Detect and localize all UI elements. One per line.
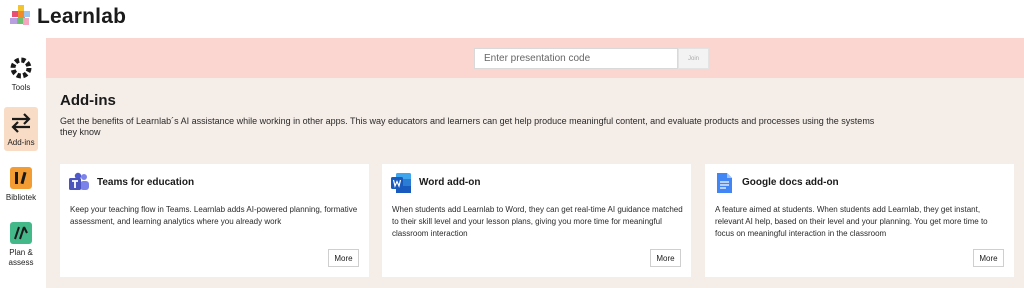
sidebar-item-add-ins[interactable]: Add-ins bbox=[4, 107, 38, 151]
tools-icon bbox=[9, 56, 33, 80]
main-content: Add-ins Get the benefits of Learnlab´s A… bbox=[46, 78, 1024, 288]
library-icon bbox=[9, 166, 33, 190]
sidebar-item-label: Bibliotek bbox=[5, 193, 37, 202]
page-description: Get the benefits of Learnlab´s AI assist… bbox=[60, 116, 875, 137]
app-name: Learnlab bbox=[37, 5, 127, 28]
more-button[interactable]: More bbox=[650, 249, 681, 267]
presentation-code-input[interactable] bbox=[474, 48, 678, 69]
card-title: Teams for education bbox=[97, 177, 195, 188]
card-description: When students add Learnlab to Word, they… bbox=[392, 205, 683, 238]
sidebar-item-tools[interactable]: Tools bbox=[4, 56, 38, 93]
swap-arrows-icon bbox=[9, 111, 33, 135]
card-description: Keep your teaching flow in Teams. Learnl… bbox=[70, 205, 358, 226]
word-icon bbox=[390, 172, 412, 194]
sidebar-item-label: Tools bbox=[11, 83, 31, 92]
sidebar-item-plan-assess[interactable]: Plan & assess bbox=[4, 221, 38, 268]
more-button[interactable]: More bbox=[328, 249, 359, 267]
card-description: A feature aimed at students. When studen… bbox=[715, 205, 988, 238]
top-bar: Learnlab bbox=[0, 0, 1024, 38]
sidebar: Tools Add-ins Bibliotek Plan & assess bbox=[0, 38, 46, 288]
page-title: Add-ins bbox=[60, 92, 116, 109]
sidebar-item-label: Add-ins bbox=[7, 138, 35, 147]
card-google-docs: Google docs add-on A feature aimed at st… bbox=[705, 164, 1014, 277]
sidebar-item-label: Plan & assess bbox=[8, 248, 34, 267]
card-word: Word add-on When students add Learnlab t… bbox=[382, 164, 691, 277]
plan-assess-icon bbox=[9, 221, 33, 245]
teams-icon bbox=[68, 172, 90, 194]
app-logo[interactable]: Learnlab bbox=[10, 5, 126, 29]
learnlab-logo-icon bbox=[10, 5, 32, 29]
sidebar-item-bibliotek[interactable]: Bibliotek bbox=[4, 166, 38, 203]
card-title: Google docs add-on bbox=[742, 177, 839, 188]
card-title: Word add-on bbox=[419, 177, 481, 188]
card-teams: Teams for education Keep your teaching f… bbox=[60, 164, 369, 277]
google-docs-icon bbox=[713, 172, 735, 194]
presentation-code-bar: Join bbox=[46, 38, 1024, 78]
more-button[interactable]: More bbox=[973, 249, 1004, 267]
join-button[interactable]: Join bbox=[678, 48, 709, 69]
